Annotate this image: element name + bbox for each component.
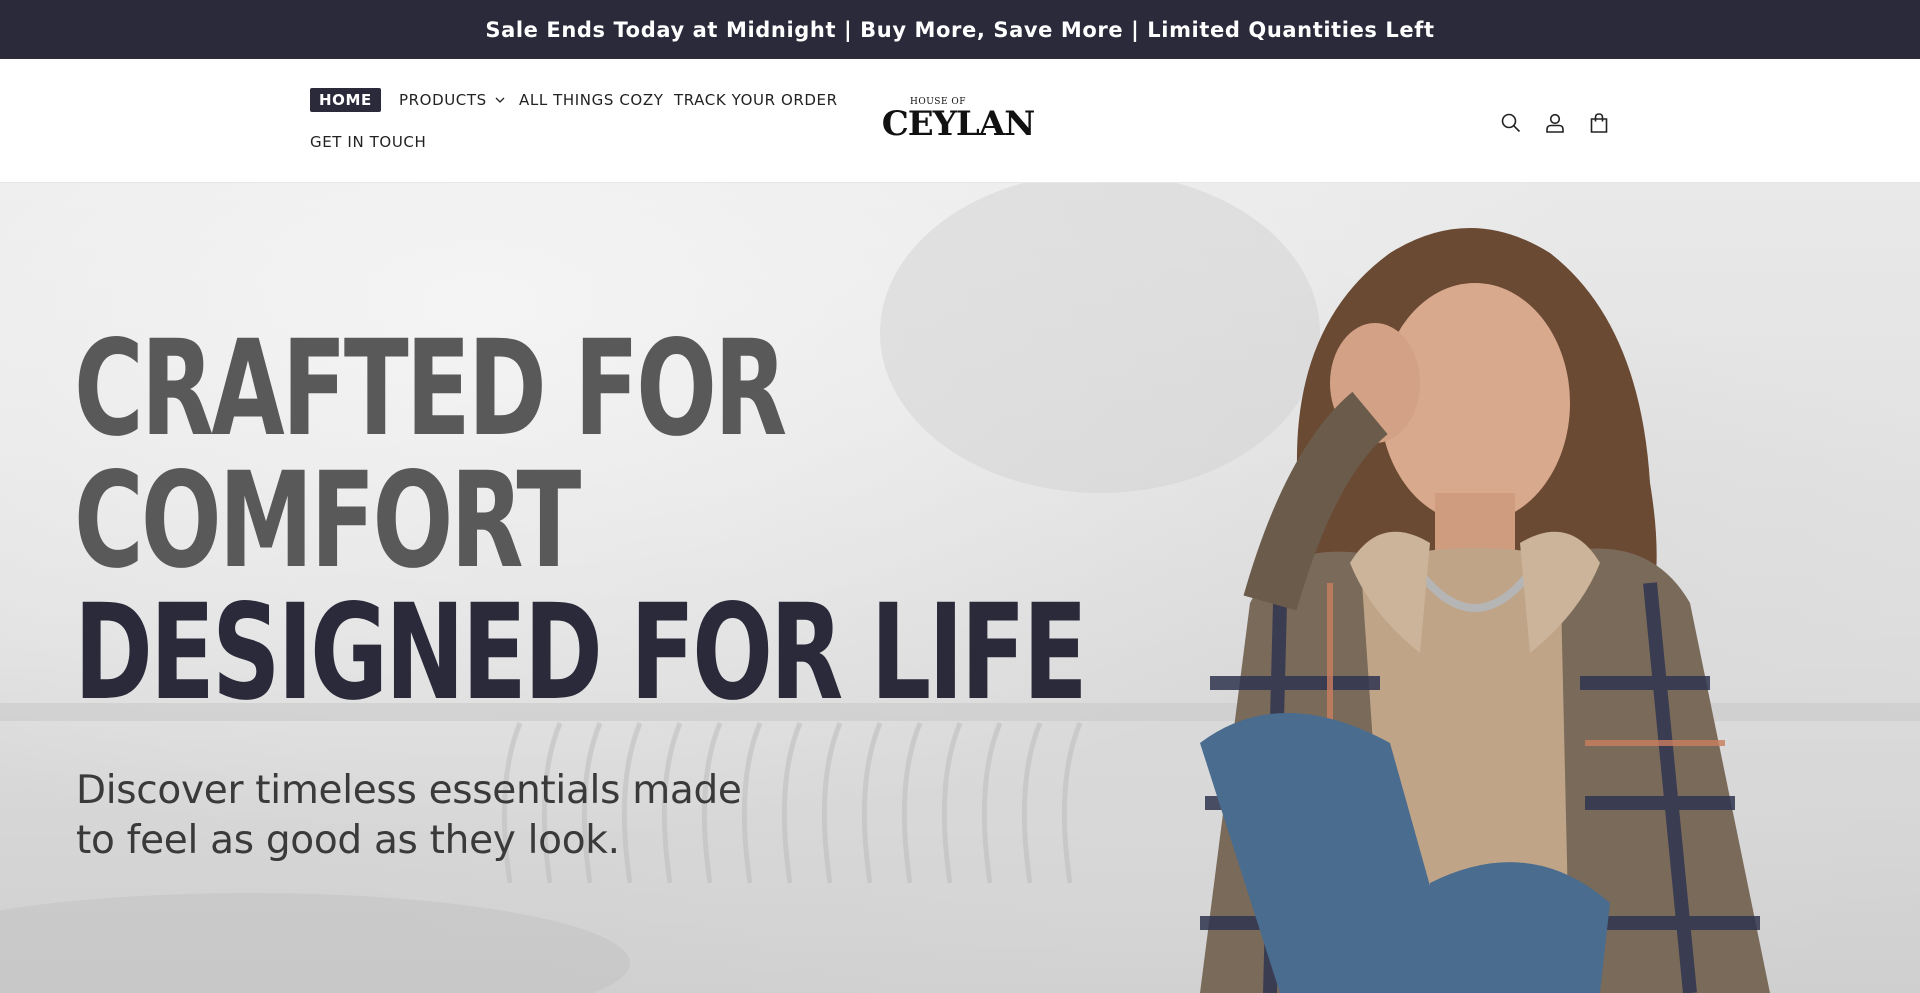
nav-get-in-touch[interactable]: GET IN TOUCH bbox=[310, 130, 426, 154]
hero-title-line-2: COMFORT bbox=[74, 444, 581, 598]
nav-products-label: PRODUCTS bbox=[399, 91, 487, 109]
search-button[interactable] bbox=[1497, 109, 1525, 137]
nav-all-things-cozy[interactable]: ALL THINGS COZY bbox=[519, 88, 663, 112]
hero-title-line-3: DESIGNED FOR LIFE bbox=[74, 576, 1088, 730]
search-icon bbox=[1501, 113, 1521, 133]
nav-products[interactable]: PRODUCTS bbox=[399, 88, 505, 112]
hero-subtitle-line-1: Discover timeless essentials made bbox=[76, 768, 742, 813]
hero-model-image bbox=[1200, 228, 1770, 993]
hero-subtitle-line-2: to feel as good as they look. bbox=[76, 818, 620, 863]
logo-big-text: CEYLAN bbox=[881, 104, 1036, 144]
cart-button[interactable] bbox=[1585, 109, 1613, 137]
hero-title-line-1: CRAFTED FOR bbox=[74, 312, 787, 466]
site-header: HOME PRODUCTS ALL THINGS COZY TRACK YOUR… bbox=[0, 59, 1920, 183]
announcement-text: Sale Ends Today at Midnight | Buy More, … bbox=[485, 17, 1435, 42]
hero-title: CRAFTED FOR COMFORT DESIGNED FOR LIFE bbox=[74, 312, 1088, 730]
account-icon bbox=[1546, 113, 1564, 133]
site-logo[interactable]: HOUSE OF CEYLAN bbox=[878, 97, 1038, 147]
chevron-down-icon bbox=[495, 97, 505, 103]
nav-track-your-order[interactable]: TRACK YOUR ORDER bbox=[674, 88, 838, 112]
cart-icon bbox=[1590, 113, 1608, 133]
nav-home[interactable]: HOME bbox=[310, 88, 381, 112]
hero-banner: CRAFTED FOR COMFORT DESIGNED FOR LIFE Di… bbox=[0, 183, 1920, 993]
announcement-bar: Sale Ends Today at Midnight | Buy More, … bbox=[0, 0, 1920, 59]
account-button[interactable] bbox=[1541, 109, 1569, 137]
hero-subtitle: Discover timeless essentials made to fee… bbox=[76, 766, 776, 866]
